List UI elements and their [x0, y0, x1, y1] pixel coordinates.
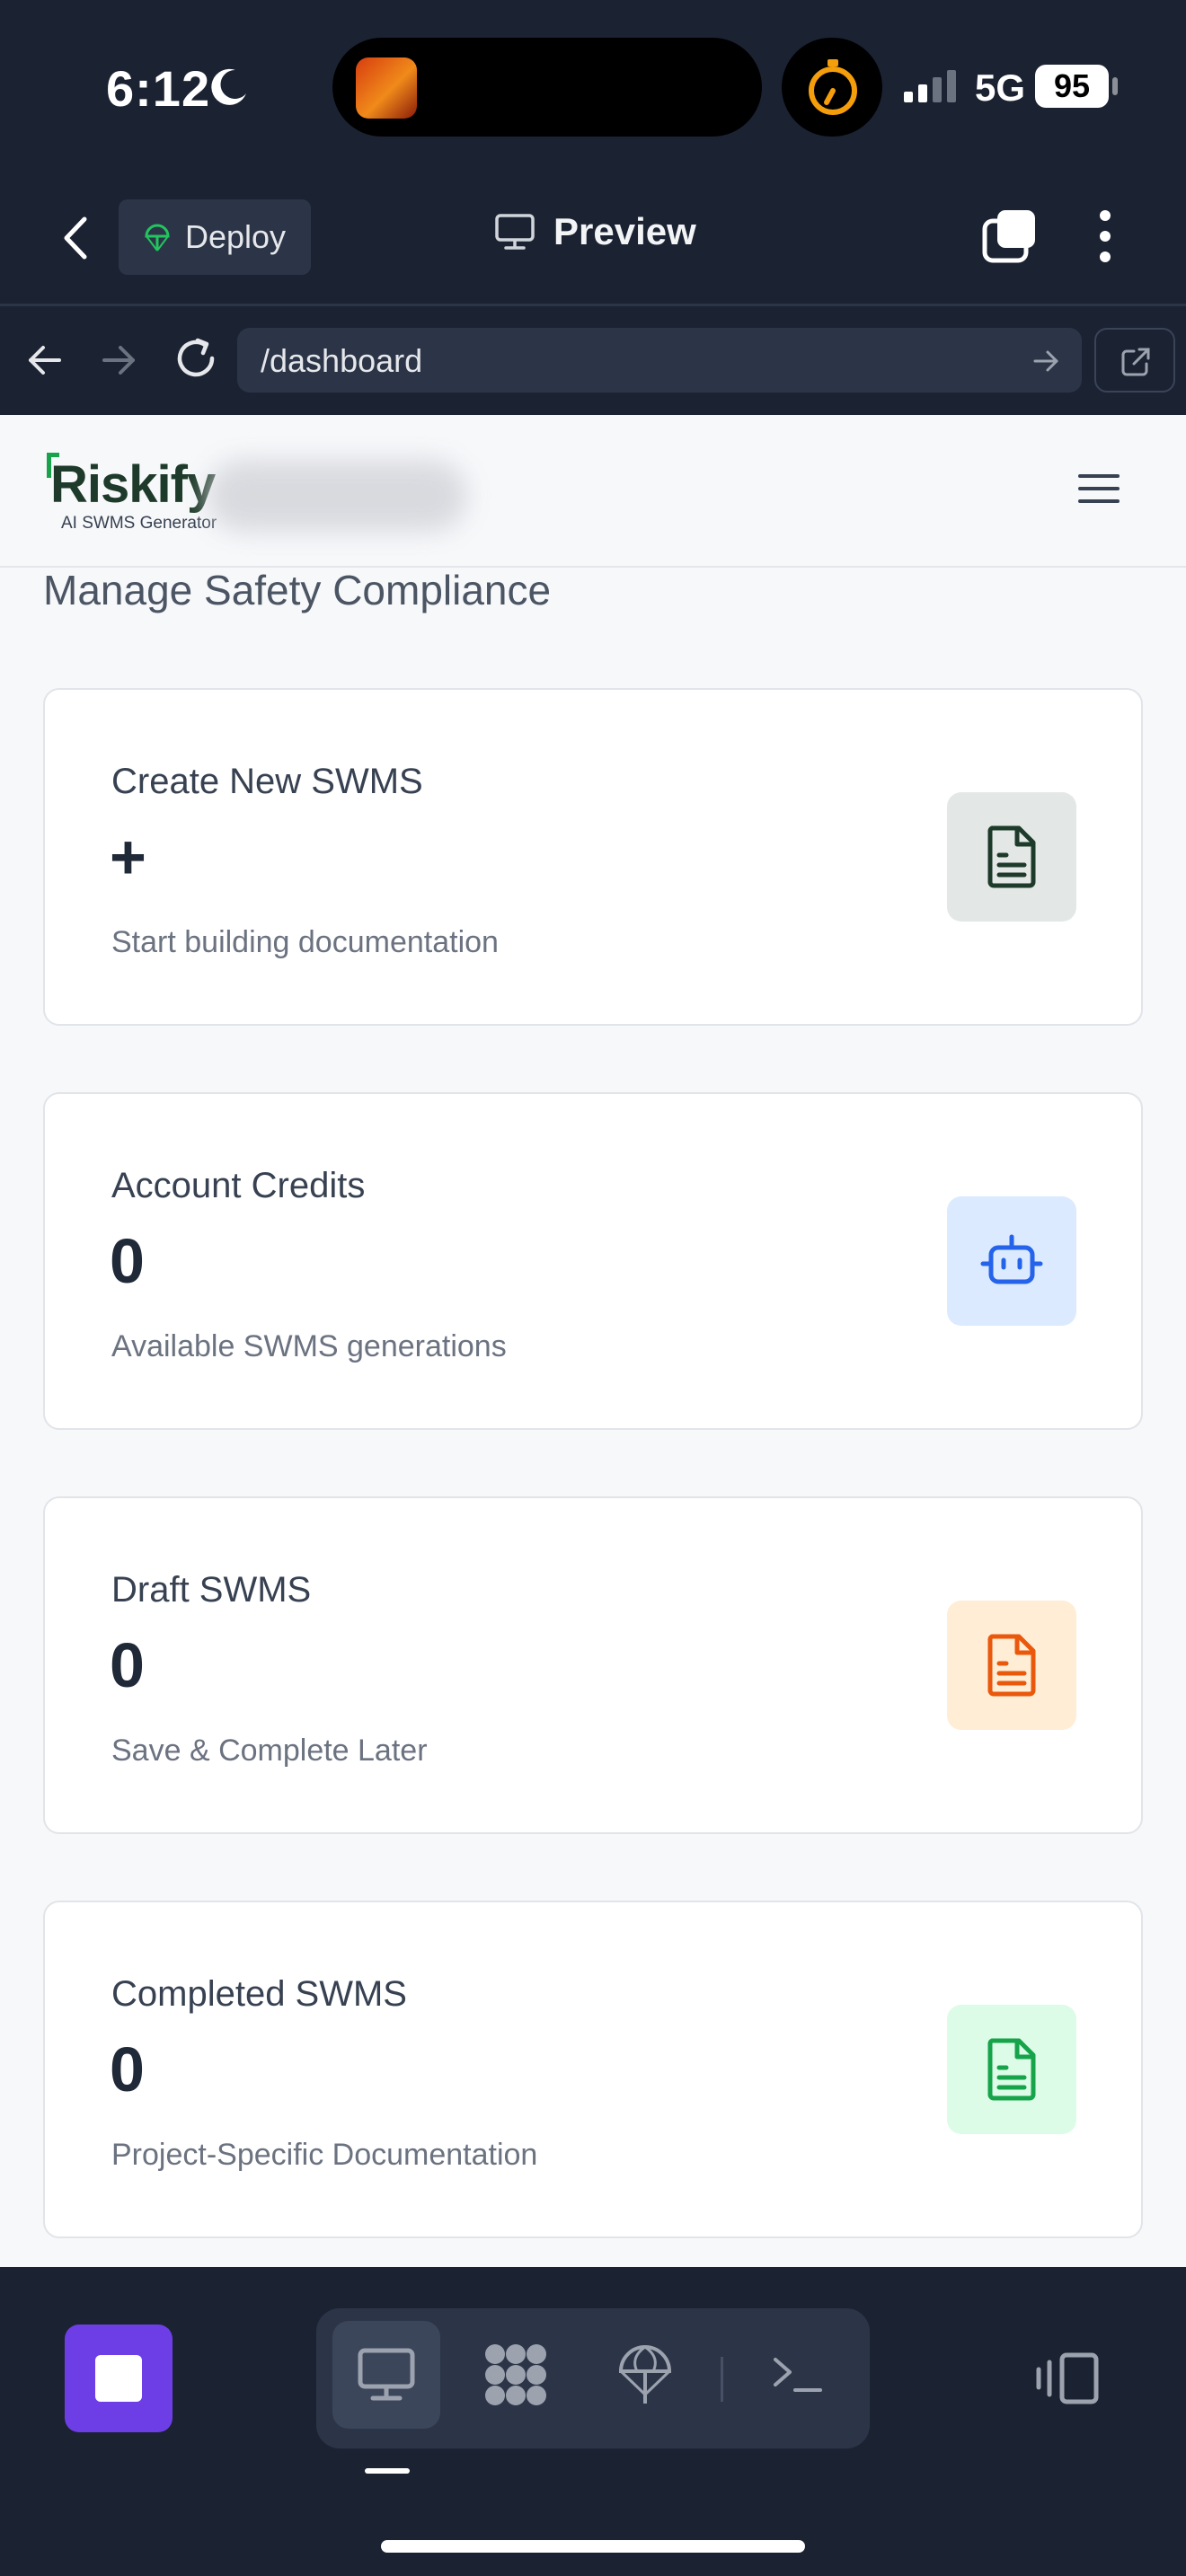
menu-icon[interactable]	[1078, 474, 1120, 510]
mode-separator	[721, 2357, 723, 2402]
browser-toolbar: /dashboard	[0, 306, 1186, 415]
moon-icon	[211, 68, 246, 105]
card-value: 0	[110, 1226, 145, 1296]
card-icon-box	[947, 1601, 1076, 1730]
logo-text: Riskify	[50, 455, 216, 514]
card-title: Completed SWMS	[111, 1974, 407, 2014]
url-text: /dashboard	[261, 342, 423, 379]
monitor-icon	[495, 214, 535, 250]
preview-title: Preview	[494, 210, 696, 253]
card-description: Start building documentation	[111, 925, 499, 959]
bottom-toolbar	[0, 2267, 1186, 2576]
apps-icon	[485, 2344, 546, 2405]
apps-mode-button[interactable]	[462, 2321, 570, 2429]
arrow-right-icon[interactable]	[97, 339, 140, 382]
card-description: Project-Specific Documentation	[111, 2138, 538, 2172]
document-icon	[987, 2038, 1036, 2101]
card-description: Save & Complete Later	[111, 1734, 428, 1768]
deploy-label: Deploy	[185, 218, 287, 255]
card-value: +	[110, 822, 146, 892]
app-thumbnail-icon	[356, 57, 417, 119]
card-icon-box	[947, 2005, 1076, 2134]
go-arrow-icon[interactable]	[1031, 346, 1062, 376]
back-chevron-icon[interactable]	[54, 208, 99, 268]
logo-mark	[47, 453, 59, 478]
desktop-mode-button[interactable]	[332, 2321, 440, 2429]
dynamic-island	[332, 38, 762, 137]
terminal-mode-button[interactable]	[744, 2321, 852, 2429]
panel-toggle-icon[interactable]	[1035, 2350, 1100, 2407]
app-header: Deploy Preview	[0, 171, 1186, 305]
signal-icon	[904, 70, 956, 102]
card-icon-box	[947, 792, 1076, 922]
open-external-button[interactable]	[1094, 328, 1175, 393]
stopwatch-icon	[809, 59, 857, 115]
deploy-icon	[618, 2345, 672, 2404]
home-indicator[interactable]	[381, 2540, 805, 2553]
page-subtitle: Manage Safety Compliance	[43, 567, 552, 613]
view-mode-group	[316, 2308, 870, 2448]
more-vertical-icon[interactable]	[1087, 205, 1123, 268]
tabs-icon[interactable]	[981, 207, 1039, 264]
terminal-icon	[774, 2358, 822, 2392]
top-chrome: 6:12 5G 95 Deploy Preview /dashboard	[0, 0, 1186, 415]
battery-tip	[1112, 77, 1118, 95]
blurred-user-name	[207, 460, 467, 532]
external-link-icon	[1121, 348, 1150, 376]
create-swms-card[interactable]: Create New SWMS + Start building documen…	[43, 688, 1143, 1026]
stop-button[interactable]	[65, 2325, 173, 2432]
card-icon-box	[947, 1196, 1076, 1326]
status-time: 6:12	[106, 60, 211, 117]
active-mode-indicator	[365, 2468, 410, 2474]
arrow-left-icon[interactable]	[23, 339, 66, 382]
robot-icon	[980, 1234, 1043, 1284]
document-icon	[987, 1634, 1036, 1697]
timer-pill	[782, 38, 882, 137]
card-title: Create New SWMS	[111, 762, 423, 801]
network-type: 5G	[975, 66, 1026, 109]
reload-icon[interactable]	[173, 333, 219, 384]
card-title: Draft SWMS	[111, 1570, 312, 1610]
deploy-button[interactable]: Deploy	[119, 199, 311, 275]
site-navbar: Riskify AI SWMS Generator	[0, 415, 1186, 568]
status-bar: 6:12 5G 95	[0, 0, 1186, 171]
logo[interactable]: Riskify	[47, 453, 216, 515]
document-icon	[987, 825, 1036, 888]
account-credits-card[interactable]: Account Credits 0 Available SWMS generat…	[43, 1092, 1143, 1430]
logo-tagline: AI SWMS Generator	[61, 514, 217, 533]
stop-icon	[95, 2355, 142, 2402]
desktop-icon	[358, 2348, 415, 2401]
completed-swms-card[interactable]: Completed SWMS 0 Project-Specific Docume…	[43, 1901, 1143, 2238]
card-description: Available SWMS generations	[111, 1329, 507, 1363]
card-title: Account Credits	[111, 1166, 366, 1205]
url-field[interactable]: /dashboard	[237, 328, 1082, 393]
preview-label: Preview	[553, 210, 696, 252]
card-value: 0	[110, 2034, 145, 2104]
card-value: 0	[110, 1630, 145, 1700]
draft-swms-card[interactable]: Draft SWMS 0 Save & Complete Later	[43, 1496, 1143, 1834]
deploy-mode-button[interactable]	[591, 2321, 699, 2429]
deploy-icon	[145, 224, 170, 251]
battery-level: 95	[1035, 65, 1109, 108]
